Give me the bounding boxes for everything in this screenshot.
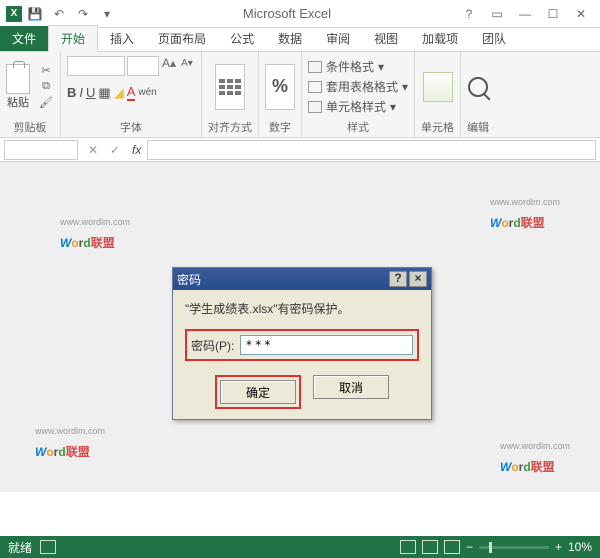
number-format-button[interactable]: %: [265, 64, 295, 110]
help-icon[interactable]: ?: [456, 3, 482, 25]
formula-bar: ✕ ✓ fx: [0, 138, 600, 162]
ok-button[interactable]: 确定: [220, 380, 296, 404]
group-align-label: 对齐方式: [208, 117, 252, 135]
group-font-label: 字体: [120, 117, 142, 135]
group-align: 对齐方式: [202, 52, 259, 137]
dialog-message: "学生成绩表.xlsx"有密码保护。: [185, 300, 419, 317]
password-row: 密码(P):: [185, 329, 419, 361]
redo-icon[interactable]: ↷: [72, 3, 94, 25]
watermark: www.wordlm.comWord联盟: [60, 217, 130, 253]
maximize-icon[interactable]: ☐: [540, 3, 566, 25]
cells-icon[interactable]: [423, 72, 453, 102]
zoom-in-icon[interactable]: +: [555, 540, 562, 554]
watermark: www.wordlm.comWord联盟: [490, 197, 560, 233]
font-size-input[interactable]: [127, 56, 159, 76]
dialog-close-icon[interactable]: ×: [409, 271, 427, 287]
cell-style-button[interactable]: 单元格样式▾: [308, 98, 408, 115]
ribbon-options-icon[interactable]: ▭: [484, 3, 510, 25]
macro-record-icon[interactable]: [40, 540, 56, 554]
tab-file[interactable]: 文件: [0, 26, 48, 51]
cut-icon[interactable]: ✂: [38, 64, 54, 78]
group-edit: 编辑: [461, 52, 495, 137]
italic-button[interactable]: I: [79, 85, 83, 100]
undo-icon[interactable]: ↶: [48, 3, 70, 25]
find-icon[interactable]: [468, 77, 488, 97]
cellstyle-icon: [308, 101, 322, 113]
zoom-value[interactable]: 10%: [568, 540, 592, 554]
group-number: % 数字: [259, 52, 302, 137]
password-dialog: 密码 ? × "学生成绩表.xlsx"有密码保护。 密码(P): 确定 取消: [172, 267, 432, 420]
tab-page-layout[interactable]: 页面布局: [146, 26, 218, 51]
password-input[interactable]: [240, 335, 413, 355]
zoom-out-icon[interactable]: −: [466, 540, 473, 554]
copy-icon[interactable]: ⧉: [38, 80, 54, 94]
tab-formula[interactable]: 公式: [218, 26, 266, 51]
group-clipboard-label: 剪贴板: [14, 117, 47, 135]
workspace: www.wordlm.comWord联盟 www.wordlm.comWord联…: [0, 162, 600, 492]
group-clipboard: 粘贴 ✂ ⧉ 🖌 剪贴板: [0, 52, 61, 137]
align-button[interactable]: [215, 64, 245, 110]
paste-button[interactable]: 粘贴: [6, 64, 30, 110]
font-name-input[interactable]: [67, 56, 125, 76]
name-box[interactable]: [4, 140, 78, 160]
status-ready: 就绪: [8, 539, 32, 556]
tab-review[interactable]: 审阅: [314, 26, 362, 51]
conditional-format-button[interactable]: 条件格式▾: [308, 58, 408, 75]
group-number-label: 数字: [269, 117, 291, 135]
fx-icon[interactable]: fx: [132, 143, 141, 157]
formula-input[interactable]: [147, 140, 596, 160]
tab-home[interactable]: 开始: [48, 25, 98, 52]
watermark: www.wordlm.comWord联盟: [35, 426, 105, 462]
tab-addin[interactable]: 加载项: [410, 26, 470, 51]
group-styles-label: 样式: [347, 117, 369, 135]
border-icon[interactable]: ▦: [98, 85, 110, 101]
app-title: Microsoft Excel: [118, 6, 456, 21]
condfmt-icon: [308, 61, 322, 73]
clipboard-icon: [6, 64, 30, 94]
bold-button[interactable]: B: [67, 85, 76, 100]
phonetic-icon[interactable]: wén: [138, 87, 156, 98]
dialog-title: 密码: [177, 271, 387, 288]
ribbon-tabs: 文件 开始 插入 页面布局 公式 数据 审阅 视图 加载项 团队: [0, 28, 600, 52]
tab-team[interactable]: 团队: [470, 26, 518, 51]
confirm-entry-icon[interactable]: ✓: [104, 143, 126, 157]
dialog-help-icon[interactable]: ?: [389, 271, 407, 287]
ribbon: 粘贴 ✂ ⧉ 🖌 剪贴板 A▴ A▾ B I U ▦ ◢ A: [0, 52, 600, 138]
table-format-button[interactable]: 套用表格格式▾: [308, 78, 408, 95]
format-painter-icon[interactable]: 🖌: [38, 96, 54, 110]
increase-font-icon[interactable]: A▴: [161, 56, 177, 70]
title-bar: X 💾 ↶ ↷ ▾ Microsoft Excel ? ▭ — ☐ ✕: [0, 0, 600, 28]
tab-insert[interactable]: 插入: [98, 26, 146, 51]
minimize-icon[interactable]: —: [512, 3, 538, 25]
dialog-titlebar: 密码 ? ×: [173, 268, 431, 290]
tablefmt-icon: [308, 81, 322, 93]
group-font: A▴ A▾ B I U ▦ ◢ A wén 字体: [61, 52, 202, 137]
zoom-slider[interactable]: [479, 546, 549, 549]
watermark: www.wordlm.comWord联盟: [500, 441, 570, 477]
font-color-icon[interactable]: A: [127, 84, 136, 101]
tab-data[interactable]: 数据: [266, 26, 314, 51]
status-bar: 就绪 − + 10%: [0, 536, 600, 558]
qat-more-icon[interactable]: ▾: [96, 3, 118, 25]
view-page-layout-icon[interactable]: [422, 540, 438, 554]
underline-button[interactable]: U: [86, 85, 95, 100]
view-normal-icon[interactable]: [400, 540, 416, 554]
excel-logo-icon: X: [6, 6, 22, 22]
save-icon[interactable]: 💾: [24, 3, 46, 25]
tab-view[interactable]: 视图: [362, 26, 410, 51]
decrease-font-icon[interactable]: A▾: [179, 56, 195, 70]
close-icon[interactable]: ✕: [568, 3, 594, 25]
view-page-break-icon[interactable]: [444, 540, 460, 554]
group-cells-label: 单元格: [421, 117, 454, 135]
fill-color-icon[interactable]: ◢: [114, 85, 124, 101]
paste-label: 粘贴: [6, 94, 30, 110]
group-edit-label: 编辑: [467, 117, 489, 135]
password-label: 密码(P):: [191, 337, 234, 354]
cancel-button[interactable]: 取消: [313, 375, 389, 399]
cancel-entry-icon[interactable]: ✕: [82, 143, 104, 157]
group-cells: 单元格: [415, 52, 461, 137]
group-styles: 条件格式▾ 套用表格格式▾ 单元格样式▾ 样式: [302, 52, 415, 137]
